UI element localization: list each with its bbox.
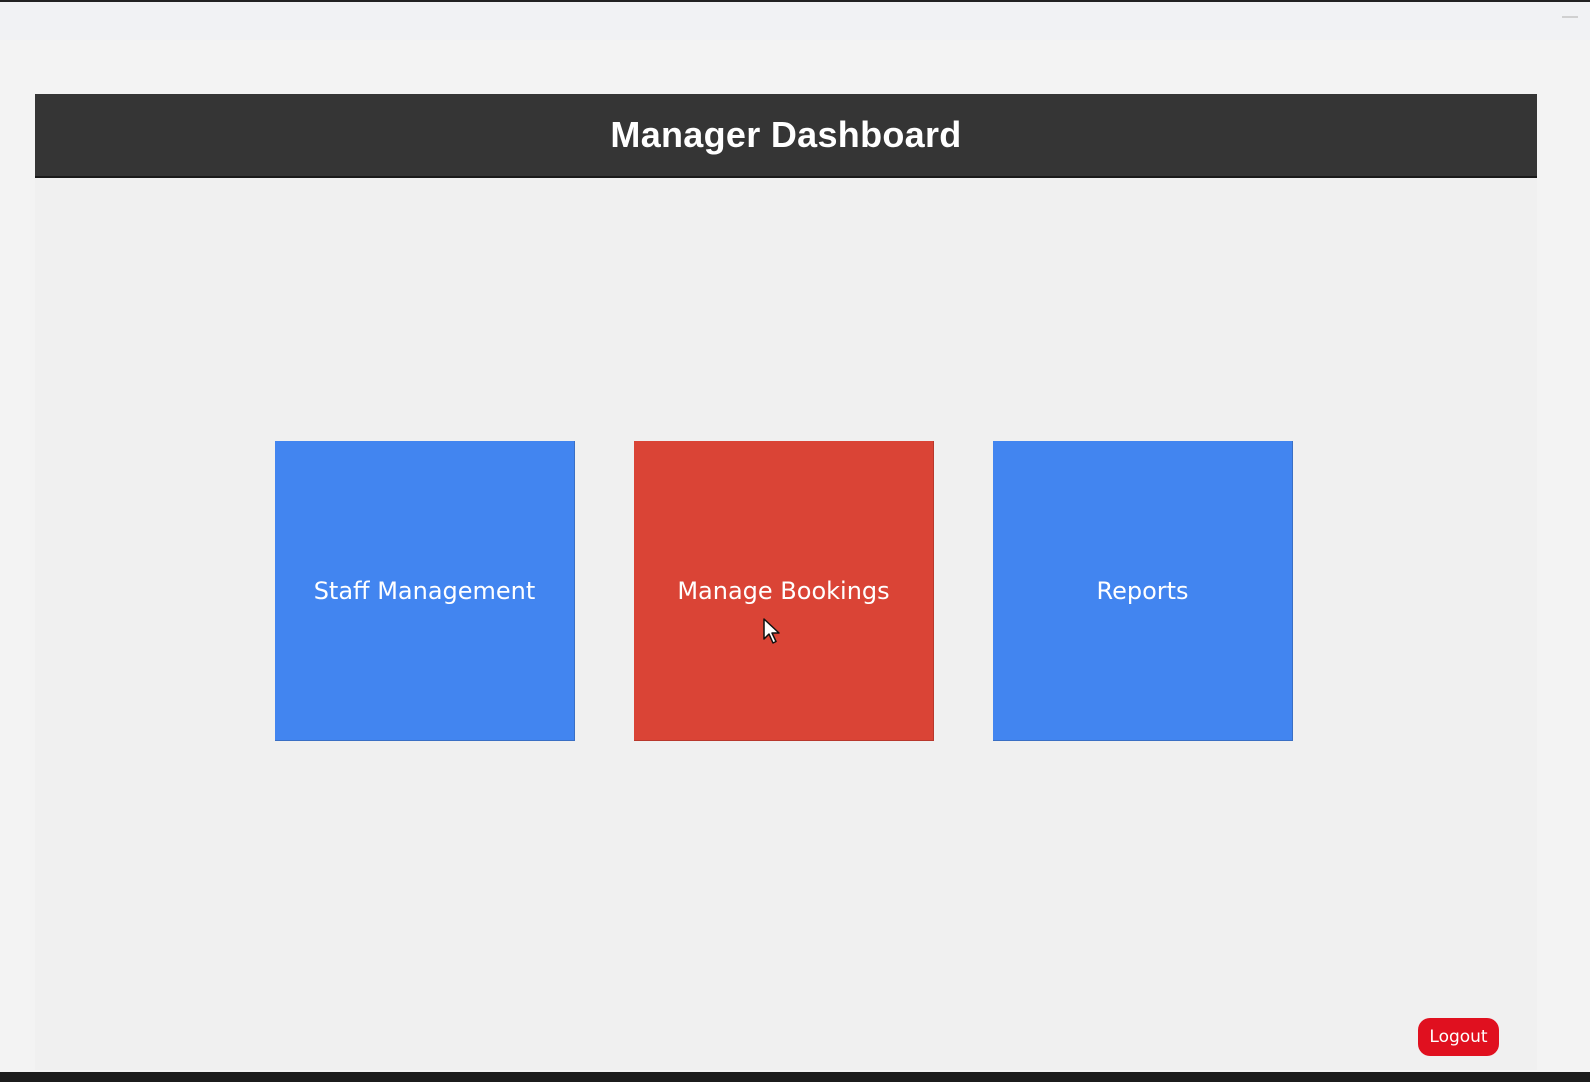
minimize-icon[interactable]	[1562, 16, 1578, 18]
logout-label: Logout	[1429, 1027, 1488, 1047]
reports-button[interactable]: Reports	[993, 441, 1293, 741]
header-bar: Manager Dashboard	[35, 94, 1537, 178]
reports-label: Reports	[1096, 576, 1189, 605]
dashboard-tiles: Staff Management Manage Bookings Reports	[275, 441, 1293, 741]
manage-bookings-label: Manage Bookings	[677, 576, 890, 605]
manage-bookings-button[interactable]: Manage Bookings	[634, 441, 934, 741]
mouse-pointer-icon	[763, 618, 780, 644]
window-title-bar	[0, 0, 1590, 40]
staff-management-button[interactable]: Staff Management	[275, 441, 575, 741]
logout-button[interactable]: Logout	[1418, 1018, 1499, 1056]
window-bottom-edge	[0, 1072, 1590, 1082]
page-title: Manager Dashboard	[610, 114, 962, 155]
app-frame: Manager Dashboard Staff Management Manag…	[35, 94, 1537, 1070]
staff-management-label: Staff Management	[313, 576, 536, 605]
